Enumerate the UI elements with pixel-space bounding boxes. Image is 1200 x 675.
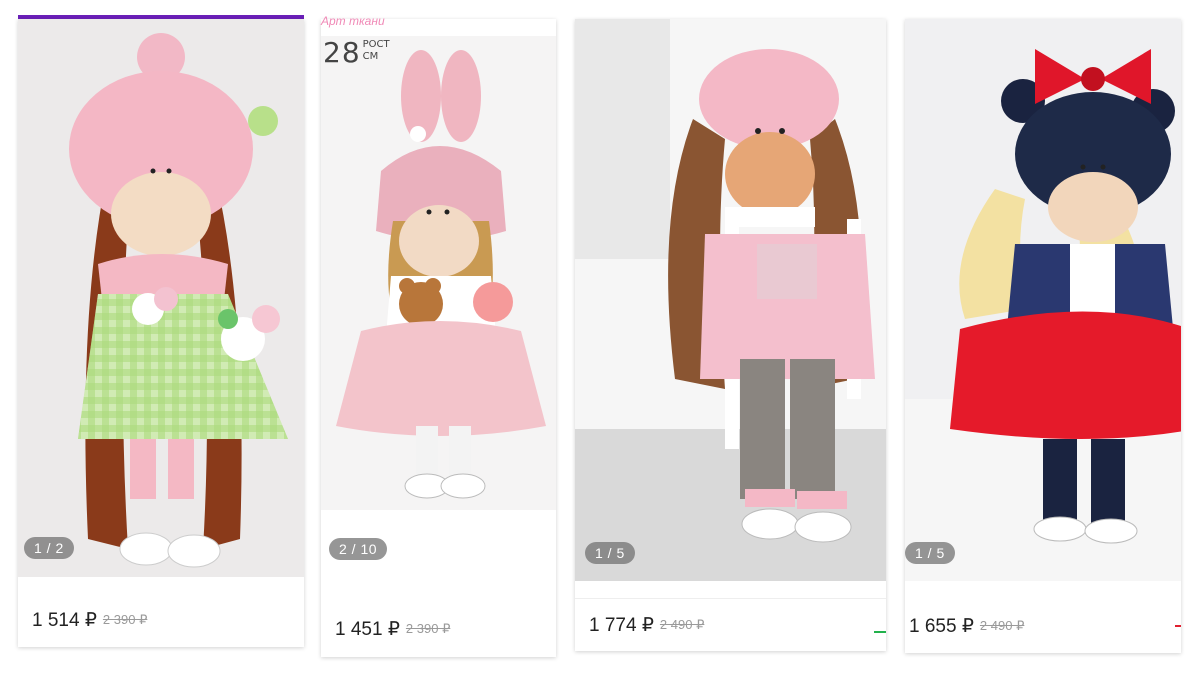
- height-badge: 28 РОСТ СМ: [323, 36, 390, 69]
- price-row[interactable]: 1 774 ₽ 2 490 ₽: [575, 598, 886, 651]
- image-counter: 1 / 5: [585, 542, 635, 564]
- price: 1 514 ₽: [32, 609, 97, 631]
- product-card-2[interactable]: 2 / 10 1 451 ₽ 2 390 ₽: [321, 19, 556, 657]
- old-price: 2 390 ₽: [102, 612, 148, 627]
- product-photo-3[interactable]: [575, 19, 886, 581]
- product-card-4[interactable]: 1 / 5 1 655 ₽ 2 490 ₽: [905, 19, 1181, 653]
- discount-indicator: [874, 631, 886, 633]
- product-photo-4[interactable]: [905, 19, 1181, 581]
- image-counter: 1 / 5: [905, 542, 955, 564]
- image-counter: 2 / 10: [329, 538, 388, 560]
- price: 1 774 ₽: [589, 614, 654, 636]
- product-card-3[interactable]: 1 / 5 1 774 ₽ 2 490 ₽: [575, 19, 886, 651]
- product-card-1[interactable]: 1 / 2 1 514 ₽ 2 390 ₽: [18, 19, 304, 647]
- price-row[interactable]: 1 655 ₽ 2 490 ₽: [905, 599, 1181, 653]
- image-counter: 1 / 2: [24, 537, 74, 559]
- product-photo-2[interactable]: [321, 36, 556, 510]
- discount-indicator: [1175, 625, 1181, 627]
- price-row[interactable]: 1 514 ₽ 2 390 ₽: [18, 593, 304, 647]
- brand-caption: Арт ткани: [321, 14, 385, 28]
- old-price: 2 390 ₽: [405, 621, 451, 636]
- price: 1 655 ₽: [909, 615, 974, 637]
- old-price: 2 490 ₽: [979, 618, 1025, 633]
- product-photo-1[interactable]: [18, 19, 304, 577]
- price-row[interactable]: 1 451 ₽ 2 390 ₽: [321, 601, 556, 657]
- old-price: 2 490 ₽: [659, 617, 705, 632]
- price: 1 451 ₽: [335, 618, 400, 640]
- height-value: 28: [323, 36, 361, 69]
- height-unit-bottom: СМ: [362, 51, 379, 62]
- height-unit-top: РОСТ: [362, 39, 390, 50]
